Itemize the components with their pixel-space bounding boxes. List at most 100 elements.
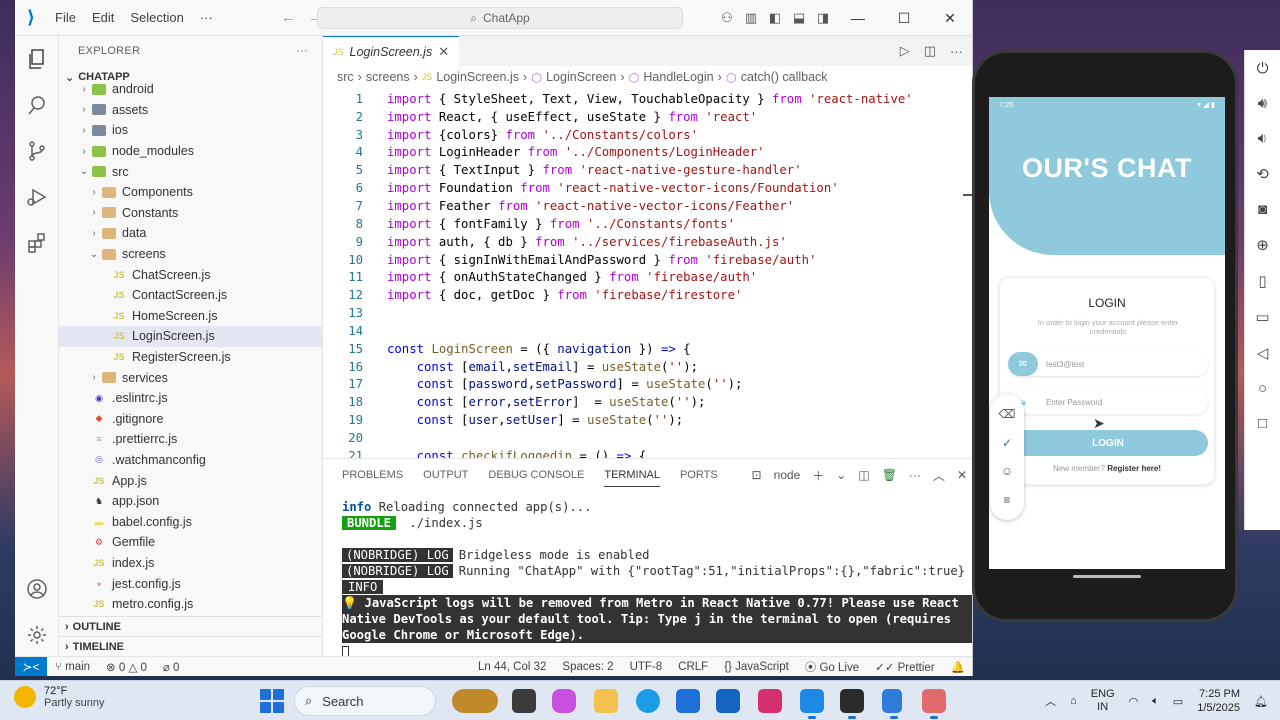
prettier-status[interactable]: ✓✓ Prettier <box>867 660 943 674</box>
menu-icon[interactable]: ≡ <box>1003 493 1010 507</box>
task-view-icon[interactable] <box>512 689 536 713</box>
account-icon[interactable] <box>15 566 59 612</box>
tab-problems[interactable]: PROBLEMS <box>342 469 403 481</box>
taskbar-search[interactable]: ⌕ Search <box>294 686 436 716</box>
line-ending[interactable]: CRLF <box>670 661 716 673</box>
maximize-button[interactable]: ☐ <box>881 0 927 36</box>
weather-widget[interactable]: 72°F Partly sunny <box>14 685 105 709</box>
check-icon[interactable]: ✓ <box>1002 436 1012 450</box>
tree-item[interactable]: ▬ babel.config.js <box>59 511 322 532</box>
run-icon[interactable]: ▷ <box>900 43 910 59</box>
password-field[interactable]: 🔒︎ Enter Password <box>1008 390 1208 414</box>
chevron-up-icon[interactable]: ︿ <box>1045 693 1056 709</box>
toggle-secondary-sidebar-icon[interactable]: ◨ <box>811 0 835 36</box>
store-icon[interactable] <box>676 689 700 713</box>
indentation[interactable]: Spaces: 2 <box>554 661 621 673</box>
speaker-icon[interactable]: 🔈︎ <box>1152 695 1159 708</box>
tree-item[interactable]: ⌄ src <box>59 161 322 182</box>
timeline-section[interactable]: › TIMELINE <box>59 636 322 656</box>
breadcrumb-item[interactable]: src <box>337 70 354 84</box>
ports-indicator[interactable]: ⌀ 0 <box>155 660 188 674</box>
battery-icon[interactable]: ▭ <box>1173 695 1183 708</box>
network-app-icon[interactable]: ⌂ <box>1070 695 1077 707</box>
overview-icon[interactable]: □ <box>1258 415 1267 432</box>
new-terminal-icon[interactable]: ＋ <box>812 467 824 484</box>
home-icon[interactable]: ○ <box>1258 380 1267 397</box>
emulator-taskbar-icon[interactable] <box>922 689 946 719</box>
start-button[interactable] <box>260 689 284 713</box>
remote-icon[interactable]: ≻< <box>15 656 47 676</box>
more-actions-icon[interactable]: ··· <box>950 44 963 59</box>
notification-icon[interactable]: 🔔︎ <box>1254 695 1268 708</box>
tree-item[interactable]: › assets <box>59 100 322 121</box>
close-panel-icon[interactable]: ✕ <box>957 468 967 482</box>
volume-down-icon[interactable]: 🔉︎ <box>1258 130 1267 147</box>
wifi-icon[interactable]: ◠ <box>1129 695 1139 708</box>
run-debug-icon[interactable] <box>15 174 59 220</box>
clock[interactable]: 7:25 PM 1/5/2025 <box>1197 687 1240 715</box>
tree-item[interactable]: JS HomeScreen.js <box>59 306 322 327</box>
menu-more[interactable]: ··· <box>192 10 221 25</box>
email-field[interactable]: ✉ test3@test <box>1008 352 1208 376</box>
tablet-icon[interactable]: ▭ <box>1255 308 1269 326</box>
menu-edit[interactable]: Edit <box>84 10 122 25</box>
tree-item[interactable]: ≡ .prettierrc.js <box>59 429 322 450</box>
shell-name[interactable]: node <box>774 468 801 482</box>
rotate-icon[interactable]: ⟲ <box>1256 165 1269 183</box>
tree-item[interactable]: › ios <box>59 120 322 141</box>
camera-icon[interactable]: ◙ <box>1258 201 1267 218</box>
tab-output[interactable]: OUTPUT <box>423 469 468 481</box>
tree-item[interactable]: JS App.js <box>59 470 322 491</box>
minimize-button[interactable]: — <box>835 0 881 36</box>
maximize-panel-icon[interactable]: ︿ <box>933 467 945 484</box>
explorer-icon[interactable] <box>15 36 59 82</box>
tree-item[interactable]: › node_modules <box>59 141 322 162</box>
trash-icon[interactable]: 🗑 <box>882 468 897 482</box>
cursor-position[interactable]: Ln 44, Col 32 <box>470 661 554 673</box>
encoding[interactable]: UTF-8 <box>622 661 671 673</box>
more-actions-icon[interactable]: ··· <box>296 45 308 57</box>
outlook-icon[interactable] <box>716 689 740 713</box>
back-arrow-icon[interactable]: ← <box>275 9 302 26</box>
instagram-icon[interactable] <box>758 689 782 713</box>
go-live-button[interactable]: ⦿ Go Live <box>797 659 867 675</box>
terminal-output[interactable]: info Reloading connected app(s)... BUNDL… <box>323 491 972 661</box>
widget-app-icon[interactable] <box>452 689 498 713</box>
breadcrumb-item[interactable]: LoginScreen.js <box>436 70 519 84</box>
menu-file[interactable]: File <box>47 10 84 25</box>
settings-gear-icon[interactable] <box>15 612 59 658</box>
tab-terminal[interactable]: TERMINAL <box>604 469 660 487</box>
toggle-panel-icon[interactable]: ⬓ <box>787 0 811 36</box>
breadcrumb-item[interactable]: catch() callback <box>741 70 828 84</box>
toggle-sidebar-icon[interactable]: ◧ <box>763 0 787 36</box>
tree-item[interactable]: ⌄ screens <box>59 244 322 265</box>
volume-up-icon[interactable]: 🔊︎ <box>1258 95 1267 112</box>
power-icon[interactable]: ⏻ <box>1257 60 1269 77</box>
tree-item[interactable]: › services <box>59 367 322 388</box>
chevron-down-icon[interactable]: ⌄ <box>836 468 846 482</box>
vscode-taskbar-icon[interactable] <box>800 689 824 719</box>
breadcrumb-item[interactable]: HandleLogin <box>643 70 713 84</box>
copilot-app-icon[interactable] <box>552 689 576 713</box>
tree-item[interactable]: ♆ jest.config.js <box>59 573 322 594</box>
extensions-icon[interactable] <box>15 220 59 266</box>
terminal-taskbar-icon[interactable] <box>840 689 864 719</box>
emoji-icon[interactable]: ☺ <box>1001 464 1013 478</box>
source-control-icon[interactable] <box>15 128 59 174</box>
copilot-icon[interactable]: ⚇ <box>715 0 739 36</box>
tree-item[interactable]: ♞ app.json <box>59 491 322 512</box>
tree-item[interactable]: ◆ .gitignore <box>59 409 322 430</box>
split-editor-icon[interactable]: ◫ <box>924 43 936 59</box>
language-indicator[interactable]: ENG IN <box>1091 688 1115 714</box>
tree-item[interactable]: JS index.js <box>59 553 322 574</box>
branch-indicator[interactable]: ⑂ main <box>47 661 98 673</box>
tree-item[interactable]: › Components <box>59 182 322 203</box>
problems-indicator[interactable]: ⊗ 0 △ 0 <box>98 660 155 674</box>
language-mode[interactable]: {} JavaScript <box>716 661 797 673</box>
breadcrumb-item[interactable]: screens <box>366 70 410 84</box>
close-tab-icon[interactable]: ✕ <box>438 44 449 60</box>
android-studio-icon[interactable] <box>882 689 902 719</box>
menu-selection[interactable]: Selection <box>122 10 191 25</box>
fold-icon[interactable]: ▯ <box>1258 272 1266 290</box>
tab-loginscreen[interactable]: JS LoginScreen.js ✕ <box>323 36 460 66</box>
